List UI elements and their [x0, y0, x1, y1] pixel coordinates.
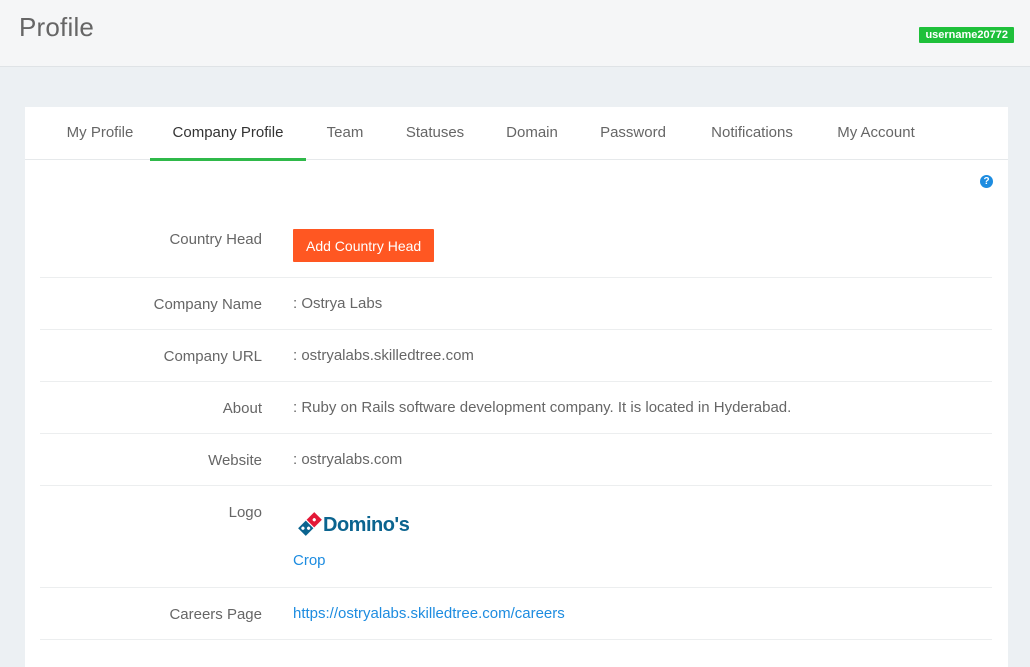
profile-card: My Profile Company Profile Team Statuses…: [25, 107, 1008, 667]
careers-page-link[interactable]: https://ostryalabs.skilledtree.com/caree…: [293, 605, 565, 622]
country-head-row: Country Head Add Country Head: [40, 215, 992, 278]
crop-link[interactable]: Crop: [293, 552, 326, 569]
about-label: About: [222, 400, 262, 417]
tab-team[interactable]: Team: [315, 107, 375, 159]
tab-my-account[interactable]: My Account: [831, 107, 921, 159]
logo-label: Logo: [228, 504, 262, 521]
company-name-row: Company Name : Ostrya Labs: [40, 278, 992, 330]
tab-statuses[interactable]: Statuses: [395, 107, 475, 159]
tab-notifications[interactable]: Notifications: [702, 107, 802, 159]
careers-page-row: Careers Page https://ostryalabs.skilledt…: [40, 588, 992, 640]
logo-row: Logo Domino's Crop: [40, 486, 992, 588]
tab-company-profile[interactable]: Company Profile: [150, 107, 306, 161]
question-circle-icon[interactable]: ?: [980, 175, 993, 188]
logo-wordmark: Domino's: [323, 514, 410, 536]
website-value: : ostryalabs.com: [293, 451, 403, 468]
company-name-label: Company Name: [153, 296, 262, 313]
tab-my-profile[interactable]: My Profile: [45, 107, 155, 159]
about-value: : Ruby on Rails software development com…: [293, 399, 792, 416]
tab-password[interactable]: Password: [590, 107, 676, 159]
about-row: About : Ruby on Rails software developme…: [40, 382, 992, 434]
tab-bar: My Profile Company Profile Team Statuses…: [25, 107, 1008, 161]
company-logo-image: Domino's: [293, 506, 413, 544]
country-head-label: Country Head: [169, 231, 262, 248]
top-header: Profile username20772: [0, 0, 1030, 67]
page-title: Profile: [19, 12, 95, 42]
company-url-label: Company URL: [163, 348, 262, 365]
username-badge[interactable]: username20772: [919, 27, 1014, 43]
tab-domain[interactable]: Domain: [497, 107, 567, 159]
dominos-domino-icon: [296, 510, 324, 538]
company-name-value: : Ostrya Labs: [293, 295, 383, 312]
add-country-head-button[interactable]: Add Country Head: [293, 229, 435, 262]
company-url-value: : ostryalabs.skilledtree.com: [293, 347, 474, 364]
careers-page-label: Careers Page: [169, 606, 262, 623]
website-row: Website : ostryalabs.com: [40, 434, 992, 486]
website-label: Website: [208, 452, 262, 469]
company-url-row: Company URL : ostryalabs.skilledtree.com: [40, 330, 992, 382]
